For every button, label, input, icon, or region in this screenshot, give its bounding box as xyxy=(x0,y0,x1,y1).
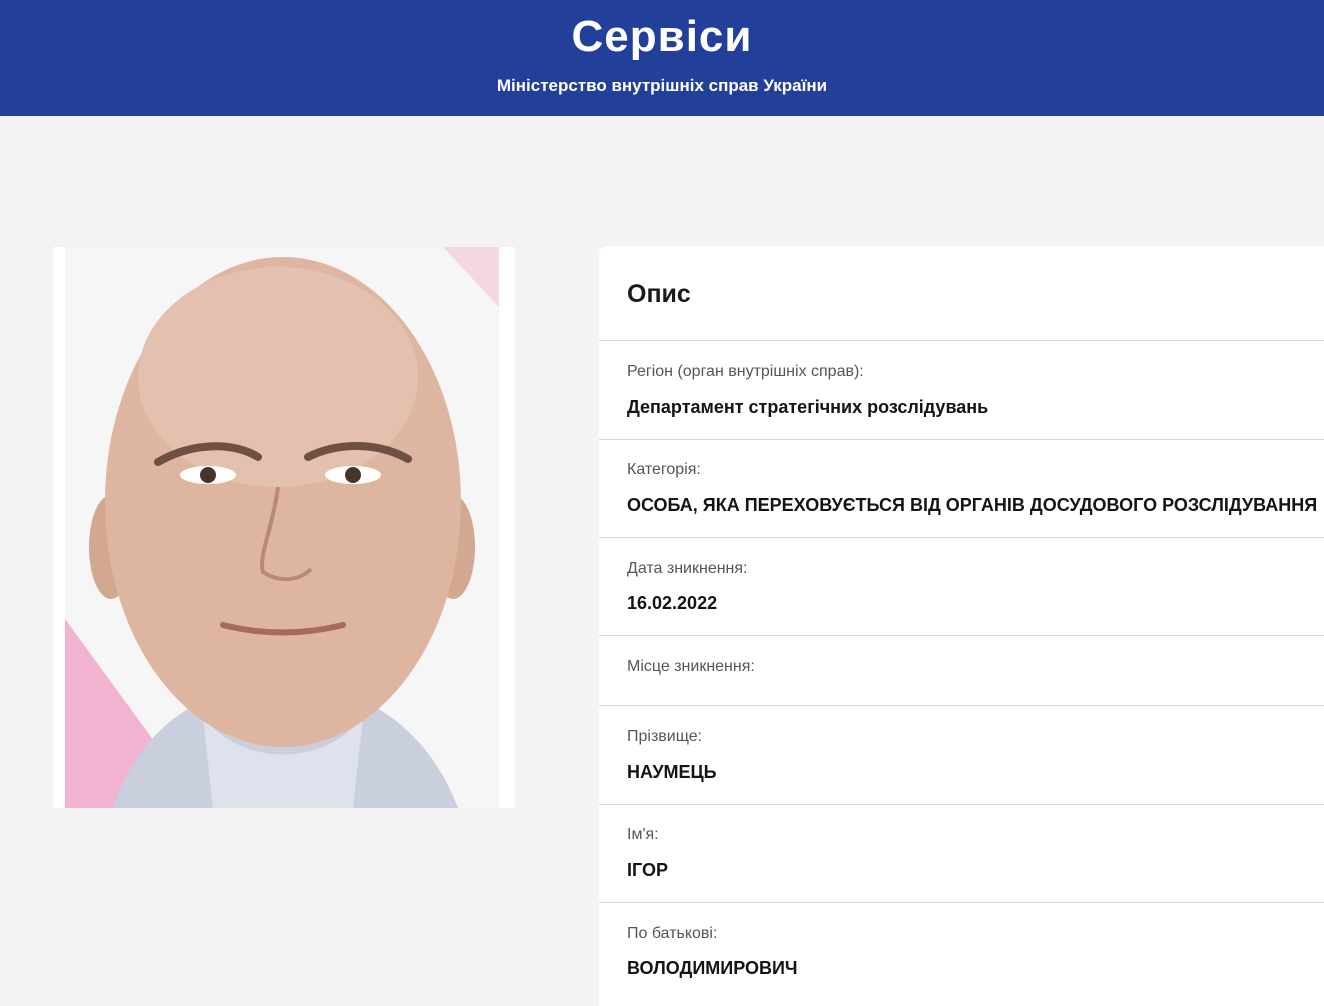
divider xyxy=(599,635,1324,636)
patronymic-value: ВОЛОДИМИРОВИЧ xyxy=(627,958,798,978)
surname-label: Прізвище: xyxy=(627,728,703,745)
divider xyxy=(599,902,1324,903)
page-title: Сервіси xyxy=(571,12,753,61)
divider xyxy=(599,340,1324,341)
region-label: Регіон (орган внутрішніх справ): xyxy=(627,363,864,380)
divider xyxy=(599,537,1324,538)
divider xyxy=(599,439,1324,440)
first-name-label: Ім'я: xyxy=(627,826,659,843)
disappearance-date-label: Дата зникнення: xyxy=(627,560,748,577)
surname-value: НАУМЕЦЬ xyxy=(627,762,717,782)
divider xyxy=(599,804,1324,805)
ministry-subtitle: Міністерство внутрішніх справ України xyxy=(496,76,828,95)
card-title: Опис xyxy=(627,280,691,308)
disappearance-date-value: 16.02.2022 xyxy=(627,593,718,613)
divider xyxy=(599,705,1324,706)
person-photo xyxy=(53,247,515,808)
first-name-value: ІГОР xyxy=(627,860,668,880)
region-value: Департамент стратегічних розслідувань xyxy=(627,397,989,417)
category-label: Категорія: xyxy=(627,461,701,478)
category-value: ОСОБА, ЯКА ПЕРЕХОВУЄТЬСЯ ВІД ОРГАНІВ ДОС… xyxy=(627,495,1318,515)
disappearance-place-label: Місце зникнення: xyxy=(627,658,755,675)
person-photo-illustration xyxy=(53,247,515,808)
site-header: Сервіси Міністерство внутрішніх справ Ук… xyxy=(0,0,1324,116)
description-card: Опис Регіон (орган внутрішніх справ): Де… xyxy=(599,246,1324,1006)
patronymic-label: По батькові: xyxy=(627,925,718,942)
